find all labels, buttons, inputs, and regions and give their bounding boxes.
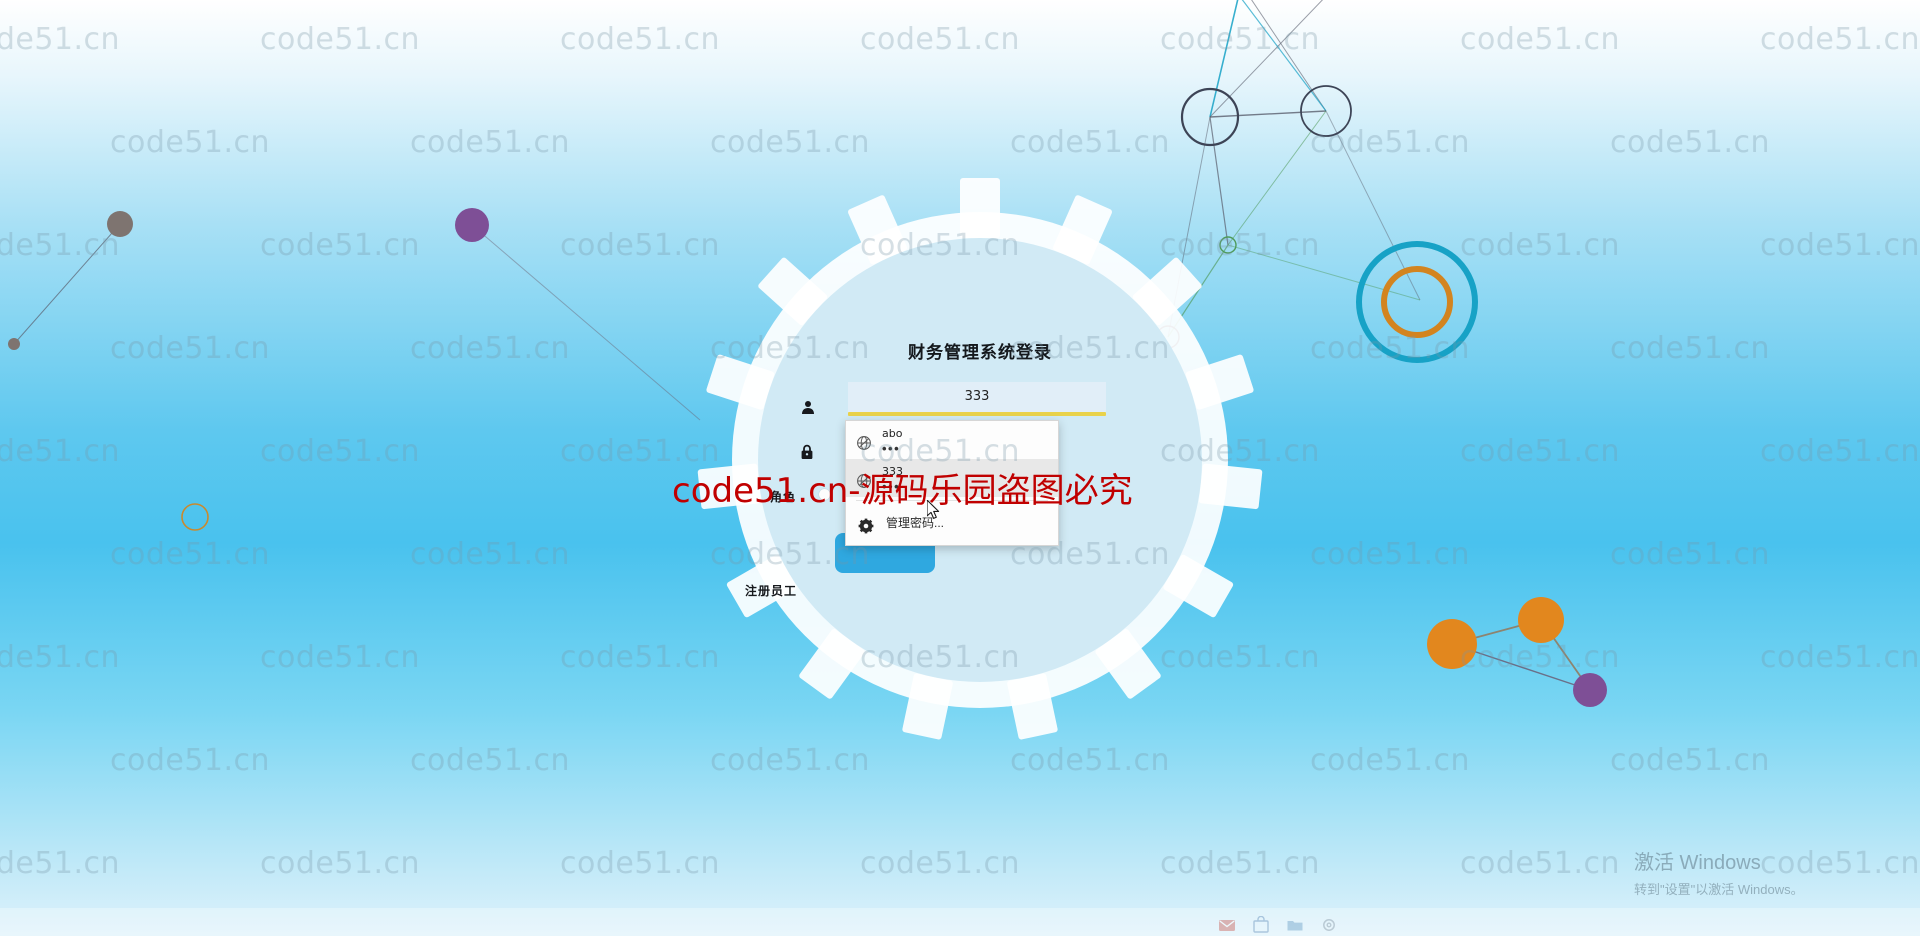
- username-input-underline: [848, 412, 1106, 416]
- watermark-text: code51.cn: [1760, 228, 1920, 263]
- watermark-text: code51.cn: [710, 125, 871, 160]
- watermark-text: code51.cn: [1610, 537, 1771, 572]
- activation-title: 激活 Windows: [1634, 852, 1761, 874]
- watermark-text: code51.cn: [110, 125, 271, 160]
- globe-key-icon: [857, 436, 871, 450]
- watermark-text: code51.cn: [260, 228, 421, 263]
- watermark-text: code51.cn: [0, 640, 121, 675]
- watermark-text: code51.cn: [1160, 22, 1321, 57]
- autofill-username: abo: [882, 427, 903, 440]
- page-title: 财务管理系统登录: [908, 343, 1052, 362]
- taskbar: [0, 908, 1920, 936]
- watermark-text: code51.cn: [0, 228, 121, 263]
- watermark-text: code51.cn: [1310, 125, 1471, 160]
- watermark-text: code51.cn: [1310, 331, 1471, 366]
- watermark-text: code51.cn: [1610, 743, 1771, 778]
- autofill-password-mask: •••: [882, 440, 901, 456]
- watermark-text: code51.cn: [0, 434, 121, 469]
- settings-icon[interactable]: [1320, 916, 1338, 934]
- watermark-text: code51.cn: [860, 846, 1021, 881]
- watermark-text: code51.cn: [260, 22, 421, 57]
- store-icon[interactable]: [1252, 916, 1270, 934]
- watermark-text: code51.cn: [1760, 640, 1920, 675]
- watermark-text: code51.cn: [860, 22, 1021, 57]
- mail-icon[interactable]: [1218, 916, 1236, 934]
- watermark-text: code51.cn: [1310, 537, 1471, 572]
- autofill-item[interactable]: abo •••: [846, 421, 1058, 459]
- lock-icon: [801, 444, 813, 459]
- watermark-text: code51.cn: [1460, 434, 1621, 469]
- windows-activation-watermark: 激活 Windows 转到"设置"以激活 Windows。: [1634, 846, 1804, 898]
- watermark-text: code51.cn: [260, 640, 421, 675]
- username-input-value: 333: [964, 389, 990, 404]
- watermark-text: code51.cn: [410, 743, 571, 778]
- activation-subtitle: 转到"设置"以激活 Windows。: [1634, 882, 1804, 897]
- watermark-text: code51.cn: [410, 331, 571, 366]
- watermark-text: code51.cn: [1610, 125, 1771, 160]
- watermark-text: code51.cn: [560, 22, 721, 57]
- watermark-text: code51.cn: [1460, 846, 1621, 881]
- folder-icon[interactable]: [1286, 916, 1304, 934]
- watermark-text: code51.cn: [1760, 434, 1920, 469]
- watermark-text: code51.cn: [410, 537, 571, 572]
- watermark-text: code51.cn: [0, 22, 121, 57]
- watermark-text: code51.cn: [1460, 228, 1621, 263]
- theft-watermark-text: code51.cn-源码乐园盗图必究: [672, 471, 1133, 511]
- watermark-text: code51.cn: [110, 743, 271, 778]
- watermark-text: code51.cn: [1460, 640, 1621, 675]
- gear-icon: [858, 518, 874, 534]
- watermark-text: code51.cn: [410, 125, 571, 160]
- watermark-text: code51.cn: [260, 846, 421, 881]
- watermark-text: code51.cn: [0, 846, 121, 881]
- watermark-text: code51.cn: [1610, 331, 1771, 366]
- watermark-text: code51.cn: [1160, 846, 1321, 881]
- watermark-text: code51.cn: [1760, 22, 1920, 57]
- user-icon: [802, 401, 814, 414]
- taskbar-icon-group: [1218, 916, 1338, 934]
- watermark-text: code51.cn: [1460, 22, 1621, 57]
- watermark-text: code51.cn: [110, 537, 271, 572]
- watermark-text: code51.cn: [1010, 125, 1171, 160]
- register-employee-link[interactable]: 注册员工: [745, 582, 797, 599]
- watermark-text: code51.cn: [260, 434, 421, 469]
- watermark-text: code51.cn: [1310, 743, 1471, 778]
- watermark-text: code51.cn: [560, 846, 721, 881]
- watermark-text: code51.cn: [110, 331, 271, 366]
